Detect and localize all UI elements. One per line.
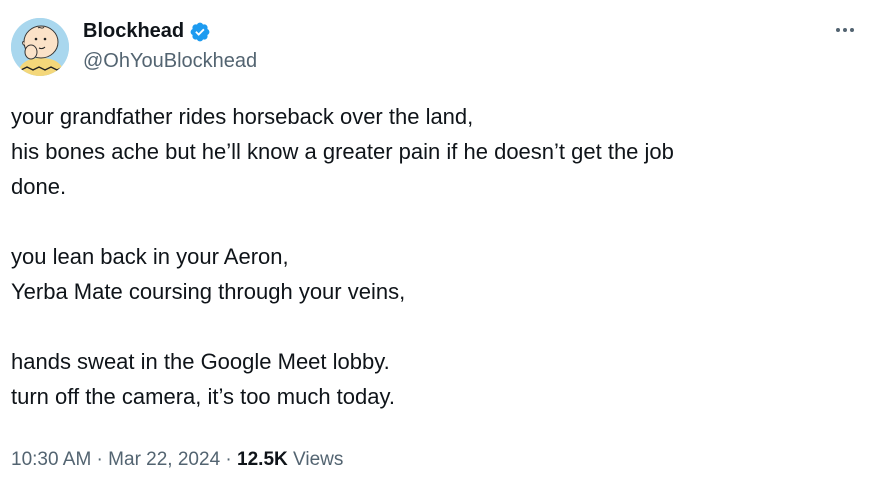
meta-separator: · xyxy=(91,449,109,470)
tweet-stanza: you lean back in your Aeron, Yerba Mate … xyxy=(11,239,851,309)
tweet-stanza: hands sweat in the Google Meet lobby. tu… xyxy=(11,344,851,414)
tweet-text: your grandfather rides horseback over th… xyxy=(11,99,851,449)
tweet-date[interactable]: Mar 22, 2024 xyxy=(108,449,220,471)
views-count[interactable]: 12.5K xyxy=(237,449,288,471)
tweet-line: turn off the camera, it’s too much today… xyxy=(11,384,395,409)
more-options-icon[interactable] xyxy=(830,18,860,42)
charlie-brown-avatar-icon xyxy=(11,18,69,76)
tweet-line: you lean back in your Aeron, xyxy=(11,244,289,269)
tweet-stanza: your grandfather rides horseback over th… xyxy=(11,99,851,204)
tweet-card: Blockhead @OhYouBlockhead your grandfath… xyxy=(0,0,869,482)
tweet-line: your grandfather rides horseback over th… xyxy=(11,104,474,129)
author-display-name[interactable]: Blockhead xyxy=(83,20,184,43)
views-label: Views xyxy=(287,449,344,470)
tweet-line: his bones ache but he’ll know a greater … xyxy=(11,139,674,164)
avatar[interactable] xyxy=(11,18,69,76)
tweet-line: Yerba Mate coursing through your veins, xyxy=(11,279,406,304)
author-name-row: Blockhead xyxy=(83,20,211,43)
tweet-time[interactable]: 10:30 AM xyxy=(11,449,91,471)
tweet-line: hands sweat in the Google Meet lobby. xyxy=(11,349,390,374)
meta-separator: · xyxy=(220,449,238,470)
tweet-meta: 10:30 AM · Mar 22, 2024 · 12.5K Views xyxy=(11,449,343,471)
tweet-line: done. xyxy=(11,174,67,199)
verified-badge-icon[interactable] xyxy=(189,21,211,43)
author-handle[interactable]: @OhYouBlockhead xyxy=(83,50,257,73)
